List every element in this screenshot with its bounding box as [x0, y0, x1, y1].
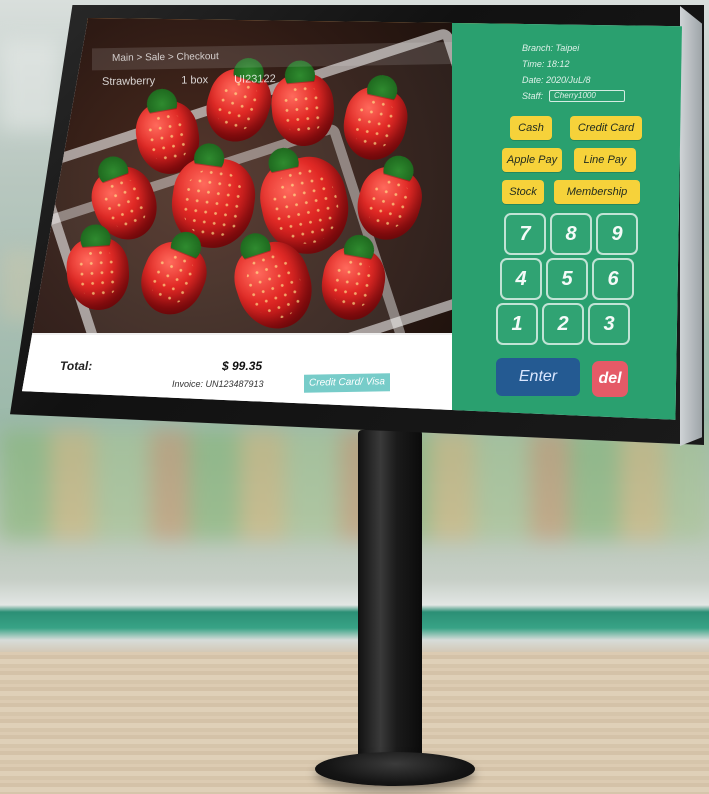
line-pay-button[interactable]: Line Pay	[574, 148, 636, 172]
keypad-5[interactable]: 5	[546, 258, 588, 300]
cash-button[interactable]: Cash	[510, 116, 552, 140]
monitor-side-edge	[680, 6, 702, 446]
apple-pay-button[interactable]: Apple Pay	[502, 148, 562, 172]
pos-screen: Main > Sale > Checkout Strawberry 1 box …	[22, 18, 682, 420]
monitor-stand-pole	[358, 430, 422, 760]
product-photo: Main > Sale > Checkout Strawberry 1 box …	[22, 18, 452, 348]
keypad-4[interactable]: 4	[500, 258, 542, 300]
keypad-3[interactable]: 3	[588, 303, 630, 345]
staff-field[interactable]: Cherry1000	[549, 90, 626, 102]
invoice-number: Invoice: UN123487913	[172, 379, 264, 389]
item-name: Strawberry	[102, 75, 156, 89]
staff-row: Staff: Cherry1000	[522, 88, 626, 104]
staff-label: Staff:	[522, 91, 544, 101]
total-label: Total:	[60, 359, 93, 373]
total-amount: $ 99.35	[222, 359, 263, 373]
keypad-8[interactable]: 8	[550, 213, 592, 255]
keypad-6[interactable]: 6	[592, 258, 634, 300]
keypad-9[interactable]: 9	[596, 213, 638, 255]
keypad-7[interactable]: 7	[504, 213, 546, 255]
keypad-2[interactable]: 2	[542, 303, 584, 345]
date-text: Date: 2020/JuL/8	[522, 75, 591, 85]
keypad-1[interactable]: 1	[496, 303, 538, 345]
membership-button[interactable]: Membership	[554, 180, 640, 204]
enter-button[interactable]: Enter	[496, 358, 580, 396]
branch-text: Branch: Taipei	[522, 43, 580, 53]
control-panel: Branch: Taipei Time: 18:12 Date: 2020/Ju…	[452, 18, 682, 420]
blurred-produce	[0, 430, 709, 540]
monitor-stand-base	[315, 752, 475, 786]
time-text: Time: 18:12	[522, 59, 570, 69]
credit-card-button[interactable]: Credit Card	[570, 116, 642, 140]
item-code: UI23122	[234, 73, 276, 86]
delete-button[interactable]: del	[592, 361, 628, 397]
stock-button[interactable]: Stock	[502, 180, 544, 204]
session-info: Branch: Taipei Time: 18:12 Date: 2020/Ju…	[522, 40, 626, 104]
item-qty: 1 box	[181, 74, 209, 87]
payment-method-chip[interactable]: Credit Card/ Visa	[304, 373, 390, 393]
